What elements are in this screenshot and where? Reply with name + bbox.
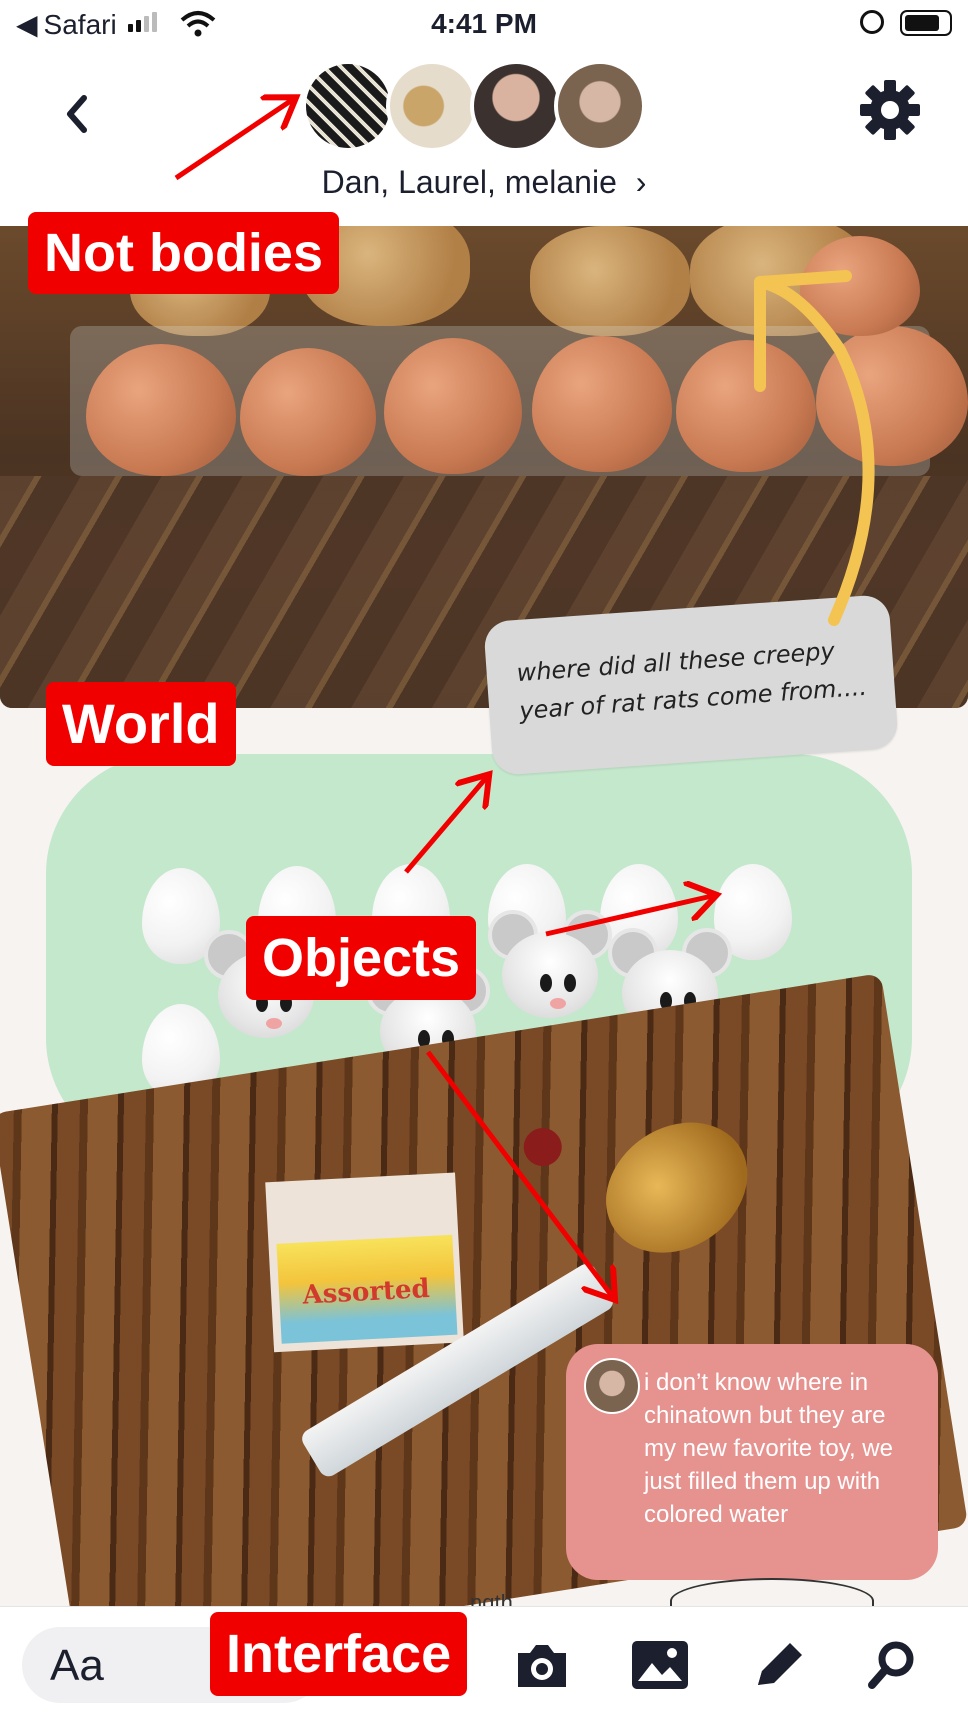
composer-toolbar: Aa [0, 1606, 968, 1723]
avatar [386, 60, 478, 152]
food-coloring-box: Assorted [265, 1172, 464, 1353]
participant-names-label: Dan, Laurel, melanie [321, 164, 617, 200]
egg [240, 348, 376, 476]
egg [86, 344, 236, 476]
status-bar: ◀ Safari 4:41 PM [0, 0, 968, 48]
toy-rat [580, 1095, 773, 1280]
red-cap [520, 1125, 565, 1169]
annotation-not-bodies: Not bodies [28, 212, 339, 294]
toy-rat [530, 226, 690, 336]
image-icon[interactable] [628, 1635, 692, 1695]
note-bubble[interactable]: where did all these creepy year of rat r… [483, 594, 899, 776]
participant-names[interactable]: Dan, Laurel, melanie › [0, 164, 968, 201]
mouse-emoji [488, 910, 612, 1024]
participant-avatars[interactable] [302, 60, 646, 152]
back-chevron-icon[interactable] [48, 84, 108, 144]
annotation-interface: Interface [210, 1612, 468, 1696]
gear-icon[interactable] [856, 76, 924, 144]
clock: 4:41 PM [431, 8, 537, 39]
egg [816, 326, 968, 466]
battery-icon [900, 10, 952, 36]
avatar [302, 60, 394, 152]
avatar [470, 60, 562, 152]
annotation-world: World [46, 682, 236, 766]
rotation-lock-icon [860, 10, 884, 34]
sender-avatar [584, 1358, 640, 1414]
chat-message-bubble[interactable]: i don’t know where in chinatown but they… [566, 1344, 938, 1580]
camera-icon[interactable] [510, 1635, 574, 1695]
annotation-objects: Objects [246, 916, 477, 1000]
conversation-header: Dan, Laurel, melanie › [0, 48, 968, 226]
search-icon[interactable] [860, 1635, 924, 1695]
egg [676, 340, 816, 472]
egg [384, 338, 522, 474]
message-text: i don’t know where in chinatown but they… [644, 1369, 893, 1528]
egg [800, 236, 920, 336]
egg [532, 336, 672, 472]
text-button-label: Aa [50, 1641, 104, 1690]
chevron-right-icon: › [635, 164, 647, 200]
pencil-icon[interactable] [748, 1635, 812, 1695]
avatar [554, 60, 646, 152]
